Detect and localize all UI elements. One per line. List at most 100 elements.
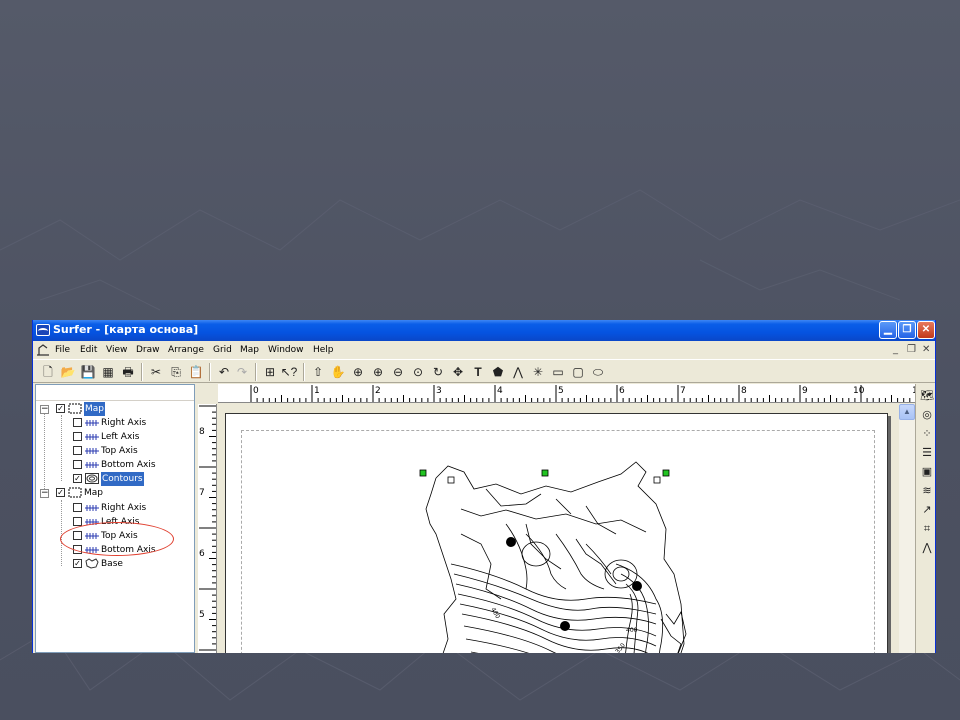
wireframe-icon[interactable]: ⌗ bbox=[919, 521, 935, 537]
redo-icon[interactable]: ↷ bbox=[233, 363, 251, 381]
post-map-icon[interactable]: ⁘ bbox=[919, 426, 935, 442]
open-icon[interactable]: 📂 bbox=[59, 363, 77, 381]
menu-bar: File Edit View Draw Arrange Grid Map Win… bbox=[33, 341, 935, 359]
tree-line bbox=[61, 415, 62, 481]
menu-view[interactable]: View bbox=[106, 345, 127, 355]
object-manager-icon[interactable]: ⊞ bbox=[261, 363, 279, 381]
document-icon[interactable] bbox=[36, 344, 50, 356]
visibility-checkbox[interactable] bbox=[73, 503, 82, 512]
menu-help[interactable]: Help bbox=[313, 345, 334, 355]
surface-icon[interactable]: ⋀ bbox=[919, 540, 935, 556]
rectangle-icon[interactable]: ▭ bbox=[549, 363, 567, 381]
selection-handle[interactable] bbox=[541, 469, 549, 477]
ellipse-icon[interactable]: ⬭ bbox=[589, 363, 607, 381]
title-bar[interactable]: Surfer - [карта основа] ▁ ❐ ✕ bbox=[33, 320, 935, 341]
ruler-label: 7 bbox=[680, 386, 686, 396]
print-icon[interactable]: 🖶 bbox=[119, 363, 137, 381]
worksheet-icon[interactable]: ▦ bbox=[99, 363, 117, 381]
well-point[interactable] bbox=[632, 581, 642, 591]
select-icon[interactable]: ⇧ bbox=[309, 363, 327, 381]
vertical-scrollbar[interactable]: ▲ bbox=[899, 404, 915, 653]
map-frame-icon bbox=[68, 487, 82, 498]
visibility-checkbox[interactable] bbox=[73, 432, 82, 441]
menu-draw[interactable]: Draw bbox=[136, 345, 160, 355]
well-point[interactable] bbox=[506, 537, 516, 547]
zoom-out-icon[interactable]: ⊖ bbox=[389, 363, 407, 381]
visibility-checkbox[interactable] bbox=[73, 446, 82, 455]
pan-icon[interactable]: ✋ bbox=[329, 363, 347, 381]
menu-map[interactable]: Map bbox=[240, 345, 259, 355]
symbol-icon[interactable]: ✳ bbox=[529, 363, 547, 381]
visibility-checkbox[interactable]: ✓ bbox=[56, 404, 65, 413]
copy-icon[interactable]: ⎘ bbox=[167, 363, 185, 381]
polyline-icon[interactable]: ⋀ bbox=[509, 363, 527, 381]
menu-window[interactable]: Window bbox=[268, 345, 304, 355]
axis-icon bbox=[85, 434, 99, 440]
reshape-icon[interactable]: ✥ bbox=[449, 363, 467, 381]
selection-handle[interactable] bbox=[662, 469, 670, 477]
well-point[interactable] bbox=[560, 621, 570, 631]
mdi-minimize-button[interactable]: _ bbox=[893, 344, 898, 355]
river bbox=[485, 488, 617, 535]
save-icon[interactable]: 💾 bbox=[79, 363, 97, 381]
tree-expander[interactable]: − bbox=[40, 489, 49, 498]
ruler-label: 1 bbox=[314, 386, 320, 396]
image-map-icon[interactable]: ▣ bbox=[919, 464, 935, 480]
surfer-window: Surfer - [карта основа] ▁ ❐ ✕ File Edit … bbox=[32, 320, 936, 653]
menu-arrange[interactable]: Arrange bbox=[168, 345, 204, 355]
ruler-label: 7 bbox=[199, 488, 205, 498]
visibility-checkbox[interactable] bbox=[73, 460, 82, 469]
selection-handle[interactable] bbox=[419, 469, 427, 477]
visibility-checkbox[interactable]: ✓ bbox=[73, 559, 82, 568]
visibility-checkbox[interactable]: ✓ bbox=[73, 474, 82, 483]
contour-label: 350 bbox=[614, 642, 627, 653]
river bbox=[460, 533, 502, 600]
plot-canvas[interactable]: 400 400 350 bbox=[218, 404, 915, 653]
menu-file[interactable]: File bbox=[55, 345, 70, 355]
rotate-icon[interactable]: ↻ bbox=[429, 363, 447, 381]
polygon-icon[interactable]: ⬟ bbox=[489, 363, 507, 381]
contour-map[interactable]: 400 400 350 bbox=[226, 414, 889, 653]
help-pointer-icon[interactable]: ↖? bbox=[280, 363, 298, 381]
contour-map-icon[interactable]: ◎ bbox=[919, 407, 935, 423]
contour-line bbox=[625, 593, 633, 653]
paste-icon[interactable]: 📋 bbox=[187, 363, 205, 381]
close-button[interactable]: ✕ bbox=[917, 321, 935, 339]
visibility-checkbox[interactable]: ✓ bbox=[56, 488, 65, 497]
visibility-checkbox[interactable] bbox=[73, 517, 82, 526]
tree-item-label: Right Axis bbox=[101, 418, 147, 428]
contour-line bbox=[459, 603, 657, 647]
tree-item-label: Contours bbox=[101, 472, 144, 486]
rounded-rectangle-icon[interactable]: ▢ bbox=[569, 363, 587, 381]
selection-handle[interactable] bbox=[447, 476, 455, 484]
zoom-in-icon[interactable]: ⊕ bbox=[349, 363, 367, 381]
contour-line bbox=[455, 583, 657, 625]
tree-expander[interactable]: − bbox=[40, 405, 49, 414]
vector-map-icon[interactable]: ↗ bbox=[919, 502, 935, 518]
undo-icon[interactable]: ↶ bbox=[215, 363, 233, 381]
text-icon[interactable]: T bbox=[469, 363, 487, 381]
minimize-button[interactable]: ▁ bbox=[879, 321, 897, 339]
ruler-label: 0 bbox=[253, 386, 259, 396]
axis-icon bbox=[85, 420, 99, 426]
scroll-up-button[interactable]: ▲ bbox=[899, 404, 915, 420]
base-map-icon[interactable]: 🗺 bbox=[919, 388, 935, 404]
mdi-close-button[interactable]: ✕ bbox=[922, 344, 930, 355]
selection-handle[interactable] bbox=[653, 476, 661, 484]
contour-map-icon bbox=[85, 473, 99, 484]
restore-button[interactable]: ❐ bbox=[898, 321, 916, 339]
menu-edit[interactable]: Edit bbox=[80, 345, 97, 355]
visibility-checkbox[interactable] bbox=[73, 418, 82, 427]
menu-grid[interactable]: Grid bbox=[213, 345, 232, 355]
classed-post-icon[interactable]: ☰ bbox=[919, 445, 935, 461]
zoom-page-icon[interactable]: ⊙ bbox=[409, 363, 427, 381]
new-icon[interactable]: 🗋 bbox=[39, 363, 57, 381]
contour-line bbox=[660, 618, 682, 653]
axis-icon bbox=[85, 448, 99, 454]
shaded-relief-icon[interactable]: ≋ bbox=[919, 483, 935, 499]
toolbar-separator bbox=[209, 363, 211, 381]
mdi-restore-button[interactable]: ❐ bbox=[907, 344, 916, 355]
contour-label: 400 bbox=[489, 607, 501, 621]
zoom-in-icon[interactable]: ⊕ bbox=[369, 363, 387, 381]
cut-icon[interactable]: ✂ bbox=[147, 363, 165, 381]
